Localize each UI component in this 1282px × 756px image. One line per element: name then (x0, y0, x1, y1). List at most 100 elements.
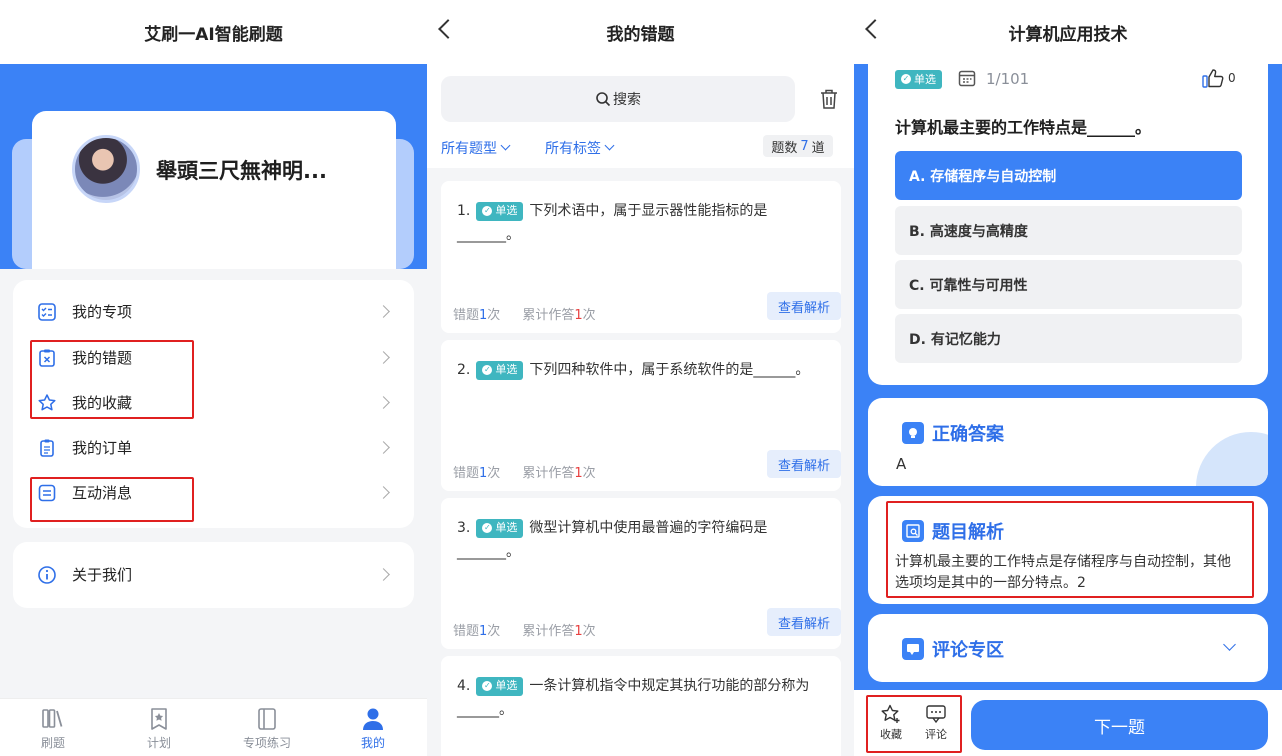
menu-label: 我的订单 (72, 439, 133, 457)
question-stats: 错题1次 累计作答1次 (453, 304, 596, 323)
answer-card: 正确答案 A (868, 398, 1268, 486)
total-label: 累计作答 (522, 308, 575, 323)
wrong-label: 错题 (453, 466, 480, 481)
check-icon: ✓ (482, 365, 493, 375)
total-count: 1 (574, 624, 583, 639)
times-unit: 次 (582, 308, 596, 323)
list-item[interactable]: 1. ✓ 单选 下列术语中，属于显示器性能指标的是_______。 错题1次 累计作答1… (441, 181, 841, 333)
notebook-icon (258, 708, 276, 730)
comment-box-icon (902, 638, 924, 660)
count-unit: 道 (811, 140, 825, 156)
question-progress: 1/101 (986, 70, 1030, 88)
chevron-right-icon (377, 351, 390, 364)
view-analysis-button[interactable]: 查看解析 (767, 608, 841, 636)
question-title: 计算机最主要的工作特点是______。 (895, 118, 1152, 137)
tab-special-practice[interactable]: 专项练习 (237, 707, 297, 751)
single-choice-tag: ✓ 单选 (476, 518, 524, 538)
check-icon: ✓ (901, 74, 911, 84)
chevron-down-icon (604, 140, 615, 151)
question-text: 1. ✓ 单选 下列术语中，属于显示器性能指标的是_______。 (457, 199, 827, 247)
list-item[interactable]: 4. ✓ 单选 一条计算机指令中规定其执行功能的部分称为______。 (441, 656, 841, 756)
back-arrow-icon[interactable] (865, 19, 885, 39)
list-item[interactable]: 2. ✓ 单选 下列四种软件中，属于系统软件的是______。 错题1次 累计作答1次 … (441, 340, 841, 491)
single-choice-tag: ✓ 单选 (476, 201, 524, 221)
comment-card[interactable]: 评论专区 (868, 614, 1268, 682)
page-title-text: 计算机应用技术 (1008, 24, 1128, 45)
thumbs-up-icon (1202, 69, 1224, 88)
username: 舉頭三尺無神明... (156, 159, 327, 183)
bottom-tab-bar: 刷题 计划 专项练习 我的 (0, 698, 427, 756)
next-question-button[interactable]: 下一题 (971, 700, 1268, 750)
tab-me[interactable]: 我的 (343, 707, 403, 751)
menu-item-orders[interactable]: 我的订单 (13, 425, 414, 470)
question-body: 下列四种软件中，属于系统软件的是______。 (529, 362, 810, 378)
highlight-box (866, 695, 962, 753)
tag-label: 单选 (914, 73, 936, 86)
like-count: 0 (1228, 71, 1236, 85)
view-analysis-button[interactable]: 查看解析 (767, 450, 841, 478)
times-unit: 次 (487, 308, 501, 323)
lightbulb-icon (902, 422, 924, 444)
tab-label: 我的 (360, 736, 385, 750)
tab-label: 计划 (146, 736, 171, 750)
times-unit: 次 (582, 466, 596, 481)
question-card: ✓ 单选 1/101 0 计算机最主要的工作特点是______。 A. 存储程序与… (868, 50, 1268, 385)
menu-label: 关于我们 (72, 566, 133, 584)
search-input[interactable]: 搜索 (441, 76, 795, 122)
question-stats: 错题1次 累计作答1次 (453, 462, 596, 481)
option-a[interactable]: A. 存储程序与自动控制 (895, 151, 1242, 200)
books-icon (42, 709, 63, 728)
question-text: 2. ✓ 单选 下列四种软件中，属于系统软件的是______。 (457, 358, 827, 382)
question-text: 4. ✓ 单选 一条计算机指令中规定其执行功能的部分称为______。 (457, 674, 827, 722)
tab-practice[interactable]: 刷题 (23, 707, 83, 751)
total-count: 1 (574, 466, 583, 481)
count-label: 题数 (771, 140, 798, 156)
filter-type-dropdown[interactable]: 所有题型 (441, 138, 511, 158)
question-text: 3. ✓ 单选 微型计算机中使用最普遍的字符编码是_______。 (457, 516, 827, 564)
list-item[interactable]: 3. ✓ 单选 微型计算机中使用最普遍的字符编码是_______。 错题1次 累计作答1… (441, 498, 841, 649)
about-card: 关于我们 (13, 542, 414, 608)
calendar-icon[interactable] (958, 69, 976, 87)
app-title: 艾刷一AI智能刷题 (0, 0, 427, 64)
order-clipboard-icon (40, 439, 54, 457)
single-choice-tag: ✓ 单选 (895, 68, 942, 89)
single-choice-tag: ✓ 单选 (476, 360, 524, 380)
tab-plan[interactable]: 计划 (129, 707, 189, 751)
back-arrow-icon[interactable] (438, 19, 458, 39)
menu-item-specials[interactable]: 我的专项 (13, 289, 414, 334)
chevron-right-icon (377, 396, 390, 409)
single-choice-tag: ✓ 单选 (476, 676, 524, 696)
wrong-label: 错题 (453, 308, 480, 323)
like-button[interactable]: 0 (1202, 68, 1236, 88)
question-number: 1. (457, 203, 471, 219)
question-stats: 错题1次 累计作答1次 (453, 620, 596, 639)
option-d[interactable]: D. 有记忆能力 (895, 314, 1242, 363)
search-placeholder: 搜索 (613, 92, 641, 108)
view-analysis-button[interactable]: 查看解析 (767, 292, 841, 320)
filter-tag-dropdown[interactable]: 所有标签 (545, 138, 615, 158)
chevron-right-icon (377, 486, 390, 499)
total-label: 累计作答 (522, 624, 575, 639)
chevron-down-icon[interactable] (1223, 638, 1236, 651)
question-number: 2. (457, 362, 471, 378)
question-detail-panel: 计算机应用技术 ✓ 单选 1/101 0 计算机最主要的工作特点是______。 … (854, 0, 1282, 756)
trash-icon[interactable] (819, 88, 839, 110)
chevron-right-icon (377, 305, 390, 318)
avatar[interactable] (72, 135, 140, 203)
bookmark-star-icon (151, 708, 167, 730)
option-c[interactable]: C. 可靠性与可用性 (895, 260, 1242, 309)
check-icon: ✓ (482, 206, 493, 216)
option-b[interactable]: B. 高速度与高精度 (895, 206, 1242, 255)
comment-title: 评论专区 (902, 636, 1004, 662)
answer-title-text: 正确答案 (932, 424, 1004, 445)
count-value: 7 (800, 138, 809, 154)
user-icon (363, 708, 383, 730)
profile-panel: 艾刷一AI智能刷题 舉頭三尺無神明... 我的专项 我的错题 我的收藏 我的订单 (0, 0, 427, 756)
chevron-right-icon (377, 568, 390, 581)
decorative-circle (1196, 432, 1268, 486)
check-icon: ✓ (482, 523, 493, 533)
list-check-icon (38, 303, 56, 321)
menu-item-about[interactable]: 关于我们 (13, 552, 414, 597)
menu-label: 我的专项 (72, 303, 133, 321)
profile-card: 舉頭三尺無神明... (32, 111, 396, 269)
